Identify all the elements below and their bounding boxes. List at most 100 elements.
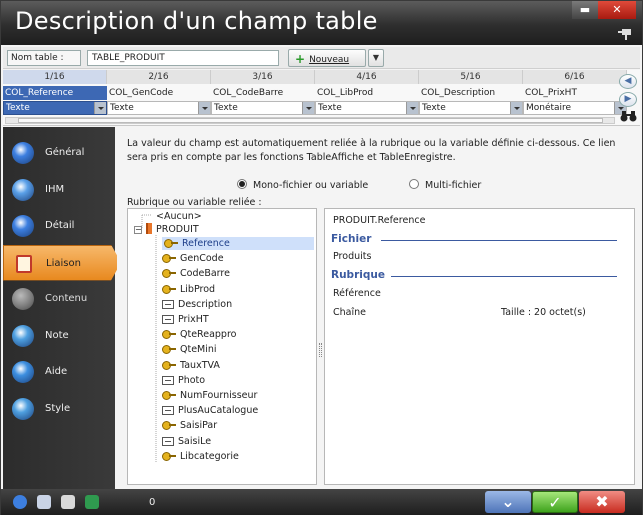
tree-item[interactable]: QteReappro — [162, 328, 236, 341]
info-file-value: Produits — [333, 251, 372, 262]
table-name-field[interactable]: TABLE_PRODUIT — [87, 50, 279, 66]
sidebar-item-dtail[interactable]: Détail — [3, 208, 115, 244]
column-name[interactable]: COL_LibProd — [315, 86, 419, 100]
panel-splitter[interactable] — [319, 343, 322, 357]
tree-item[interactable]: Reference — [162, 237, 314, 250]
tree-item[interactable]: CodeBarre — [162, 267, 230, 280]
column-index[interactable]: 1/16 — [3, 70, 107, 84]
column-name[interactable]: COL_PrixHT — [523, 86, 627, 100]
key-icon — [162, 283, 176, 294]
tree-item[interactable]: LibProd — [162, 283, 215, 296]
circle-icon — [12, 142, 34, 164]
column-type-select[interactable]: Texte — [3, 101, 107, 115]
excel-icon[interactable] — [85, 495, 99, 509]
column-index[interactable]: 6/16 — [523, 70, 627, 84]
tree-item-label: SaisiPar — [180, 420, 218, 432]
field-tree[interactable]: <Aucun> − PRODUIT Reference GenCode CodeBar… — [127, 208, 317, 485]
column-name[interactable]: COL_Reference — [3, 86, 107, 100]
mail-icon[interactable] — [61, 495, 75, 509]
help-icon — [12, 361, 34, 383]
radio-unchecked-icon — [409, 179, 419, 189]
pin-icon[interactable] — [618, 28, 632, 40]
tree-item-label: LibProd — [180, 283, 216, 295]
tree-item[interactable]: GenCode — [162, 252, 224, 265]
key-icon — [162, 359, 176, 370]
multi-file-radio[interactable]: Multi-fichier — [409, 179, 481, 191]
sidebar-item-aide[interactable]: Aide — [3, 354, 115, 390]
column-name[interactable]: COL_Description — [419, 86, 523, 100]
key-icon — [162, 267, 176, 279]
scrollbar-thumb[interactable] — [18, 118, 603, 123]
new-dropdown-button[interactable]: ▼ — [368, 49, 384, 67]
column-index[interactable]: 3/16 — [211, 70, 315, 84]
tree-item-label: Libcategorie — [180, 450, 239, 462]
user-icon[interactable] — [37, 495, 51, 509]
key-icon — [164, 237, 178, 248]
tree-item[interactable]: SaisiPar — [162, 419, 217, 432]
column-name[interactable]: COL_GenCode — [107, 86, 211, 100]
tree-item[interactable]: NumFournisseur — [162, 389, 257, 402]
dialog-window: Description d'un champ table ▬ ✕ Nom tab… — [0, 0, 643, 515]
brush-icon — [12, 397, 34, 420]
table-name-row: Nom table : TABLE_PRODUIT + Nouveau ▼ — [3, 47, 640, 69]
tree-item[interactable]: SaisiLe — [162, 435, 211, 448]
close-button[interactable]: ✕ — [598, 1, 636, 19]
chevron-down-icon[interactable] — [406, 102, 418, 114]
previous-column-icon[interactable]: ◀ — [619, 74, 637, 89]
column-name[interactable]: COL_CodeBarre — [211, 86, 315, 100]
column-type-value: Texte — [214, 103, 238, 113]
minimize-button[interactable]: ▬ — [572, 1, 598, 19]
field-info-panel: PRODUIT.Reference Fichier Produits Rubri… — [324, 208, 635, 485]
tree-item[interactable]: QteMini — [162, 343, 217, 356]
link-description: La valeur du champ est automatiquement r… — [127, 138, 616, 163]
mono-file-radio[interactable]: Mono-fichier ou variable — [237, 179, 368, 191]
sidebar-item-contenu[interactable]: Contenu — [3, 281, 115, 317]
help-icon[interactable] — [13, 495, 27, 509]
sidebar-item-label: Style — [45, 402, 71, 414]
sidebar-item-label: Liaison — [46, 257, 81, 269]
tree-item[interactable]: PlusAuCatalogue — [162, 404, 258, 417]
info-path: PRODUIT.Reference — [333, 215, 426, 226]
sidebar-item-liaison[interactable]: Liaison — [3, 244, 121, 281]
column-type-select[interactable]: Texte — [211, 101, 315, 115]
info-file-heading: Fichier — [331, 233, 372, 245]
chevron-down-icon[interactable] — [94, 102, 106, 114]
tree-root-produit[interactable]: − PRODUIT — [134, 223, 199, 236]
column-type-select[interactable]: Texte — [107, 101, 211, 115]
tree-item[interactable]: PrixHT — [162, 313, 209, 326]
tree-item-label: PrixHT — [178, 314, 209, 325]
field-icon — [162, 315, 174, 324]
sidebar-item-ihm[interactable]: IHM — [3, 172, 115, 208]
collapse-icon[interactable]: − — [134, 226, 142, 234]
column-index[interactable]: 5/16 — [419, 70, 523, 84]
tree-item-label: Reference — [182, 238, 230, 249]
column-type-select[interactable]: Texte — [315, 101, 419, 115]
tree-item[interactable]: Photo — [162, 374, 205, 387]
column-scrollbar[interactable] — [5, 117, 615, 124]
sidebar-item-style[interactable]: Style — [3, 391, 115, 427]
sidebar-item-note[interactable]: Note — [3, 318, 115, 354]
cancel-button[interactable]: ✖ — [579, 491, 625, 513]
column-index[interactable]: 2/16 — [107, 70, 211, 84]
tree-item[interactable]: Libcategorie — [162, 450, 239, 463]
new-button[interactable]: + Nouveau — [288, 49, 366, 67]
column-type-select[interactable]: Monétaire — [523, 101, 627, 115]
binoculars-icon[interactable] — [620, 110, 637, 122]
sidebar-item-gnral[interactable]: Général — [3, 135, 115, 171]
column-index[interactable]: 4/16 — [315, 70, 419, 84]
mono-file-label: Mono-fichier ou variable — [253, 180, 369, 191]
ok-button[interactable]: ✓ — [532, 491, 578, 513]
chevron-down-icon[interactable] — [198, 102, 210, 114]
tree-item-none[interactable]: <Aucun> — [156, 210, 202, 223]
chevron-down-icon[interactable] — [510, 102, 522, 114]
next-column-icon[interactable]: ▶ — [619, 92, 637, 107]
tree-item[interactable]: Description — [162, 298, 232, 311]
field-icon — [162, 375, 174, 385]
down-button[interactable]: ⌄ — [485, 491, 531, 513]
info-type-value: Chaîne — [333, 307, 366, 318]
tree-item[interactable]: TauxTVA — [162, 359, 220, 372]
column-strip: 1/16 COL_Reference Texte 2/16 COL_GenCode Tex… — [3, 70, 640, 126]
column-type-select[interactable]: Texte — [419, 101, 523, 115]
tree-item-label: QteMini — [180, 344, 217, 356]
chevron-down-icon[interactable] — [302, 102, 314, 114]
